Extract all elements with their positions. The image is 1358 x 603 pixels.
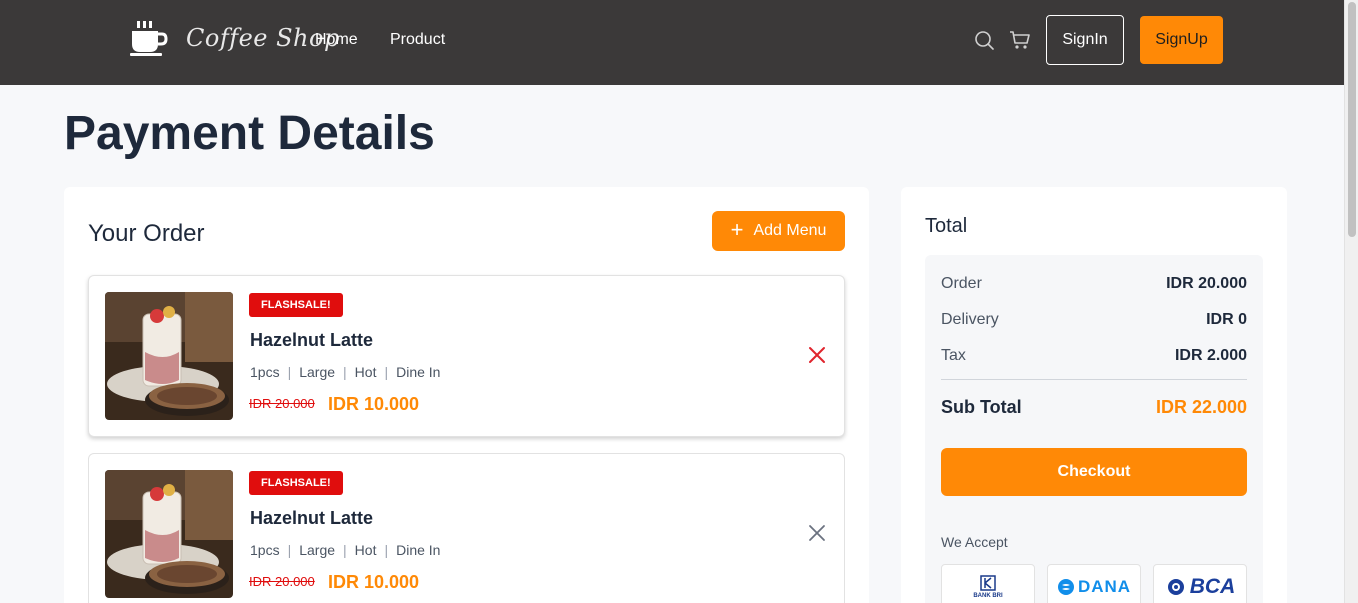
item-qty: 1pcs (250, 542, 280, 558)
cart-icon[interactable] (1009, 30, 1031, 50)
item-size: Large (299, 364, 336, 380)
item-service: Dine In (396, 542, 441, 558)
summary-row-subtotal: Sub Total IDR 22.000 (941, 397, 1247, 418)
item-temperature: Hot (354, 364, 377, 380)
payment-logo-bri: BANK BRI (941, 564, 1035, 603)
summary-label: Order (941, 275, 982, 292)
coffee-cup-icon (130, 21, 168, 56)
order-panel: Your Order + Add Menu FLASHSALE! Hazelnu… (64, 187, 869, 603)
item-name: Hazelnut Latte (250, 508, 374, 528)
dana-icon (1057, 578, 1074, 595)
bri-text: BANK BRI (973, 592, 1003, 599)
total-panel: Total Order IDR 20.000 Delivery IDR 0 Ta… (901, 187, 1287, 603)
separator: | (384, 542, 389, 558)
flashsale-badge: FLASHSALE! (249, 293, 343, 317)
search-icon[interactable] (974, 30, 994, 50)
total-section-title: Total (925, 215, 968, 237)
summary-value: IDR 20.000 (1166, 275, 1247, 292)
remove-item-icon[interactable] (807, 345, 827, 365)
item-size: Large (299, 542, 336, 558)
summary-row-delivery: Delivery IDR 0 (941, 311, 1247, 329)
separator: | (343, 364, 347, 380)
bca-text: BCA (1189, 574, 1236, 598)
order-section-title: Your Order (88, 220, 205, 247)
we-accept-label: We Accept (941, 534, 1008, 550)
nav-product[interactable]: Product (390, 31, 445, 49)
summary-row-order: Order IDR 20.000 (941, 275, 1247, 293)
add-menu-label: Add Menu (753, 222, 827, 239)
checkout-button[interactable]: Checkout (941, 448, 1247, 496)
bri-icon (980, 574, 996, 591)
product-image (105, 470, 233, 598)
separator: | (287, 364, 292, 380)
item-service: Dine In (396, 364, 441, 380)
item-qty: 1pcs (250, 364, 280, 380)
bca-icon (1167, 578, 1184, 595)
dana-text: DANA (1077, 576, 1132, 596)
item-options: 1pcs | Large | Hot | Dine In (250, 542, 440, 558)
remove-item-icon[interactable] (807, 523, 827, 543)
order-item-card: FLASHSALE! Hazelnut Latte 1pcs | Large |… (88, 453, 845, 603)
summary-label: Tax (941, 347, 966, 364)
subtotal-value: IDR 22.000 (1155, 397, 1247, 417)
separator: | (287, 542, 292, 558)
page-title: Payment Details (64, 107, 435, 160)
scrollbar-thumb[interactable] (1348, 2, 1356, 237)
flashsale-badge: FLASHSALE! (249, 471, 343, 495)
add-menu-button[interactable]: + Add Menu (712, 211, 845, 251)
original-price: IDR 20.000 (249, 396, 315, 411)
scrollbar[interactable] (1344, 0, 1358, 603)
signin-button[interactable]: SignIn (1046, 15, 1124, 65)
navbar: Coffee Shop Home Product SignIn SignUp (0, 0, 1344, 85)
subtotal-label: Sub Total (941, 397, 1022, 417)
item-name: Hazelnut Latte (250, 330, 374, 350)
item-options: 1pcs | Large | Hot | Dine In (250, 364, 440, 380)
summary-row-tax: Tax IDR 2.000 (941, 347, 1247, 365)
summary-value: IDR 0 (1206, 311, 1247, 328)
total-summary-box: Order IDR 20.000 Delivery IDR 0 Tax IDR … (925, 255, 1263, 603)
separator: | (384, 364, 389, 380)
divider (941, 379, 1247, 380)
product-image (105, 292, 233, 420)
separator: | (343, 542, 347, 558)
sale-price: IDR 10.000 (328, 572, 420, 592)
payment-logo-dana: DANA (1047, 564, 1141, 603)
payment-logo-bca: BCA (1153, 564, 1247, 603)
item-temperature: Hot (354, 542, 377, 558)
signup-button[interactable]: SignUp (1140, 16, 1223, 64)
sale-price: IDR 10.000 (328, 394, 420, 414)
plus-icon: + (730, 217, 744, 242)
summary-label: Delivery (941, 311, 999, 328)
original-price: IDR 20.000 (249, 574, 315, 589)
order-item-card: FLASHSALE! Hazelnut Latte 1pcs | Large |… (88, 275, 845, 437)
nav-home[interactable]: Home (315, 31, 358, 49)
summary-value: IDR 2.000 (1174, 347, 1247, 364)
